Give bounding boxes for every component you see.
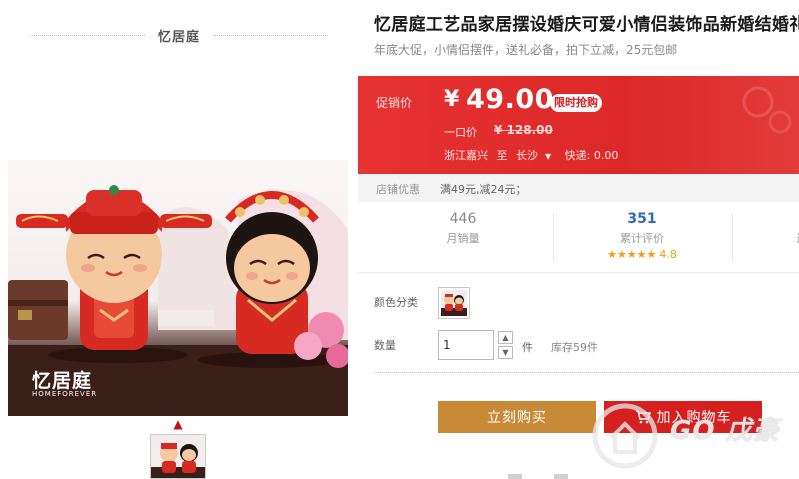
photo-brand-logo: 忆居庭 (32, 370, 93, 392)
options-divider (374, 372, 799, 373)
decorative-pattern-icon (742, 86, 792, 134)
product-info-panel: 忆居庭工艺品家居摆设婚庆可爱小情侣装饰品新婚结婚礼 年底大促，小情侣摆件，送礼必… (358, 0, 799, 479)
coupon-value[interactable]: 满49元,减24元； (440, 181, 527, 197)
stock-count: 库存59件 (551, 341, 598, 354)
quantity-unit: 件 (522, 341, 533, 354)
chevron-down-icon: ▼ (545, 152, 552, 161)
third-stat: 送 (782, 211, 799, 246)
ship-from: 浙江嘉兴 (444, 149, 488, 162)
shop-header: 忆居庭 (0, 24, 358, 46)
quantity-input[interactable]: 1 (438, 330, 494, 360)
sales-stats: 446 月销量 351 累计评价 ★★★★★4.8 送 (358, 203, 799, 273)
quantity-label: 数量 (374, 339, 396, 352)
buy-now-button[interactable]: 立刻购买 (438, 401, 596, 433)
star-rating-icon: ★★★★★ (607, 248, 657, 261)
ship-to-word: 至 (496, 149, 508, 162)
original-price: ¥ 128.00 (494, 123, 553, 137)
gallery-panel: 忆居庭 忆居庭 HOMEFOREVER ▲ (0, 0, 358, 479)
shipping-info: 浙江嘉兴 至 长沙 ▼ 快递: 0.00 (444, 147, 623, 163)
divider-right (213, 35, 328, 36)
coupon-label: 店铺优惠 (376, 183, 420, 196)
quantity-increment-icon[interactable]: ▲ (498, 331, 513, 344)
quantity-decrement-icon[interactable]: ▼ (498, 346, 513, 359)
reviews-value: 351 (627, 211, 657, 227)
product-title: 忆居庭工艺品家居摆设婚庆可爱小情侣装饰品新婚结婚礼 (374, 15, 799, 35)
reviews-label: 累计评价 (620, 232, 664, 245)
promo-price-block: 促销价 ¥ 49.00 限时抢购 一口价 ¥ 128.00 浙江嘉兴 至 长沙 ▼… (358, 76, 799, 174)
product-thumbnail[interactable] (150, 434, 206, 479)
promo-price: 49.00 (466, 84, 554, 115)
cart-icon (635, 410, 651, 424)
original-price-label: 一口价 (444, 126, 477, 139)
watermark-text: GO 戊豪 (670, 416, 780, 446)
express-fee: 快递: 0.00 (564, 149, 619, 162)
rating-value: 4.8 (659, 248, 677, 261)
monthly-sales-label: 月销量 (446, 232, 480, 245)
color-option-label: 颜色分类 (374, 296, 418, 309)
rating: ★★★★★ 4.8 (592, 248, 692, 261)
thumbnail-image (151, 435, 205, 478)
bottom-tab-marker (508, 474, 522, 479)
stats-divider (732, 213, 733, 261)
price-currency: ¥ (444, 87, 460, 112)
reviews-stat[interactable]: 351 累计评价 ★★★★★ 4.8 (592, 211, 692, 261)
third-stat-label: 送 (782, 230, 799, 246)
swatch-image (441, 290, 467, 316)
bottom-tab-marker (554, 474, 568, 479)
monthly-sales-stat: 446 月销量 (428, 211, 498, 246)
ship-to: 长沙 (516, 149, 538, 162)
color-swatch[interactable] (438, 287, 470, 319)
stats-divider (553, 213, 554, 261)
photo-brand-sub: HOMEFOREVER (32, 390, 98, 398)
ship-to-select[interactable]: 长沙 ▼ (516, 149, 556, 162)
main-product-photo[interactable]: 忆居庭 HOMEFOREVER (8, 160, 348, 416)
flash-sale-badge: 限时抢购 (550, 94, 602, 112)
product-subtitle: 年底大促，小情侣摆件，送礼必备，拍下立减，25元包邮 (374, 43, 678, 57)
chevron-up-icon[interactable]: ▲ (170, 418, 186, 430)
monthly-sales-value: 446 (449, 211, 477, 227)
shop-coupon-row: 店铺优惠 满49元,减24元； (358, 174, 799, 202)
promo-price-label: 促销价 (376, 96, 413, 110)
